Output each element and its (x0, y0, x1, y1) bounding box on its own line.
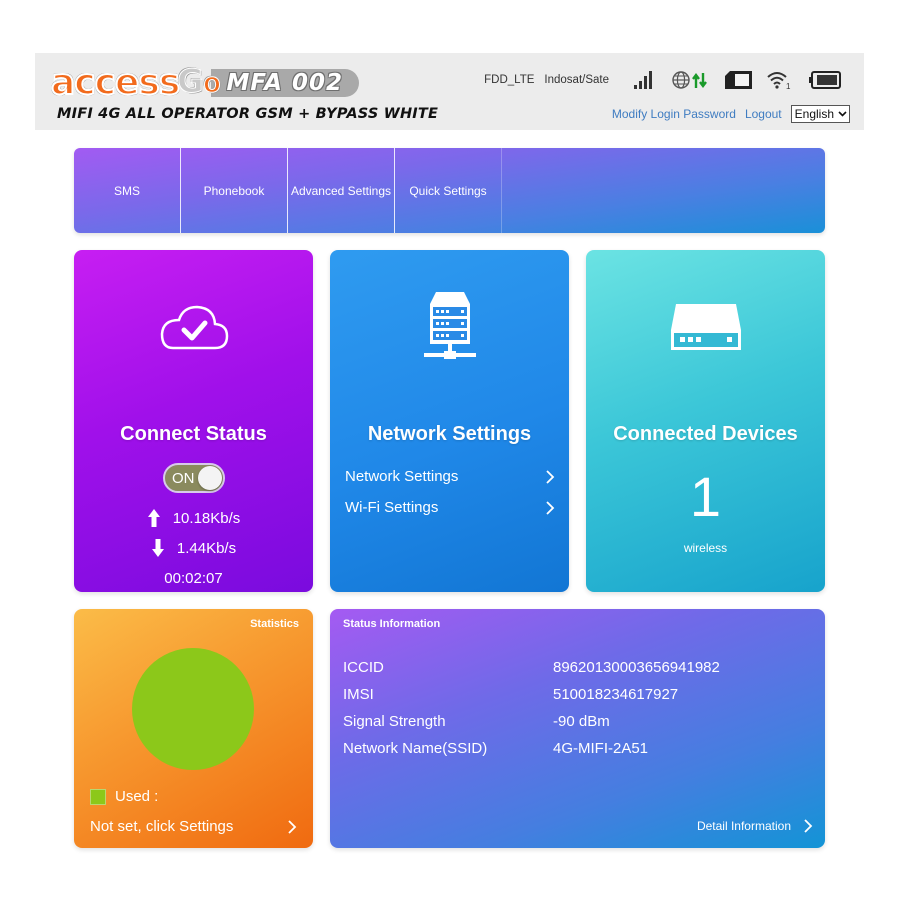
statistics-settings-link[interactable]: Not set, click Settings (90, 818, 297, 835)
globe-icon (671, 70, 691, 90)
chevron-right-icon (803, 818, 813, 834)
header-links: Modify Login Password Logout English (612, 105, 850, 123)
language-select[interactable]: English (790, 105, 850, 123)
statistics-title: Statistics (250, 618, 299, 630)
info-label: Network Name(SSID) (343, 740, 488, 757)
logout-link[interactable]: Logout (745, 107, 782, 121)
server-network-icon (420, 290, 480, 367)
wifi-settings-link-label: Wi-Fi Settings (345, 499, 439, 516)
usage-legend: Used : (90, 788, 158, 805)
main-nav: SMS Phonebook Advanced Settings Quick Se… (74, 148, 825, 233)
connected-devices-type: wireless (683, 541, 728, 555)
connected-devices-title: Connected Devices (613, 423, 798, 445)
logo-g: G (177, 62, 204, 100)
info-label: IMSI (343, 686, 374, 703)
info-row-iccid: ICCID 89620130003656941982 (343, 659, 803, 676)
modify-login-password-link[interactable]: Modify Login Password (612, 107, 736, 121)
chevron-right-icon (545, 500, 555, 516)
logo-o: O (203, 73, 221, 98)
wifi-icon: 1 (766, 70, 792, 90)
upload-rate: 10.18Kb/s (172, 509, 241, 527)
battery-icon (808, 70, 842, 90)
data-transfer-icon (692, 71, 708, 89)
wifi-client-count: 1 (786, 82, 791, 90)
status-information-card: Status Information ICCID 896201300036569… (330, 609, 825, 848)
logo-brand-text: access (50, 62, 181, 103)
network-settings-title: Network Settings (367, 423, 532, 445)
network-type: FDD_LTE (484, 74, 535, 86)
nav-item-sms[interactable]: SMS (74, 148, 181, 233)
info-value: 89620130003656941982 (553, 659, 720, 676)
nav-item-advanced-settings[interactable]: Advanced Settings (288, 148, 395, 233)
download-rate-row: 1.44Kb/s (74, 538, 313, 558)
upload-arrow-icon (147, 508, 161, 528)
cloud-check-icon (159, 305, 229, 356)
pie-slice-used (132, 648, 254, 770)
logo-model-pill: MFA 002 (210, 69, 359, 97)
network-settings-card: Network Settings Network Settings Wi-Fi … (330, 250, 569, 592)
upload-rate-row: 10.18Kb/s (74, 508, 313, 528)
used-legend-label: Used : (115, 788, 159, 805)
info-row-imsi: IMSI 510018234617927 (343, 686, 803, 703)
signal-strength-icon (633, 70, 655, 90)
used-legend-swatch (90, 788, 106, 805)
router-icon (670, 302, 742, 357)
wifi-settings-link[interactable]: Wi-Fi Settings (345, 499, 555, 516)
info-value: -90 dBm (553, 713, 610, 730)
logo-model-text: MFA 002 (226, 70, 343, 96)
logo-go-text: GO (177, 62, 221, 103)
info-label: ICCID (343, 659, 384, 676)
chevron-right-icon (287, 819, 297, 835)
nav-item-phonebook[interactable]: Phonebook (181, 148, 288, 233)
download-arrow-icon (151, 538, 165, 558)
toggle-knob (198, 466, 222, 490)
connect-status-title: Connect Status (120, 423, 267, 445)
operator-name: Indosat/Sate (544, 74, 609, 86)
connected-devices-count: 1 (689, 465, 722, 528)
connection-toggle[interactable]: ON (163, 463, 225, 493)
toggle-label: ON (172, 470, 195, 487)
connect-status-card: Connect Status ON 10.18Kb/s 1.44Kb/s 00:… (74, 250, 313, 592)
connected-devices-card[interactable]: Connected Devices 1 wireless (586, 250, 825, 592)
chevron-right-icon (545, 469, 555, 485)
statistics-card: Statistics Used : Not set, click Setting… (74, 609, 313, 848)
brand-logo: access GO MFA 002 (50, 62, 359, 103)
info-row-signal-strength: Signal Strength -90 dBm (343, 713, 803, 730)
info-label: Signal Strength (343, 713, 446, 730)
statistics-settings-label: Not set, click Settings (90, 818, 234, 835)
network-settings-link[interactable]: Network Settings (345, 468, 555, 485)
device-status-bar: FDD_LTE Indosat/Sate 1 (484, 69, 842, 91)
info-row-ssid: Network Name(SSID) 4G-MIFI-2A51 (343, 740, 803, 757)
logo-tagline: MIFI 4G ALL OPERATOR GSM + BYPASS WHITE (57, 106, 439, 122)
info-value: 4G-MIFI-2A51 (553, 740, 649, 757)
download-rate: 1.44Kb/s (176, 539, 237, 557)
usage-pie-chart (132, 648, 254, 770)
chevron-down-icon (838, 111, 847, 117)
sim-card-icon (724, 70, 754, 90)
detail-information-link[interactable]: Detail Information (697, 818, 813, 834)
status-information-title: Status Information (343, 618, 441, 630)
detail-information-label: Detail Information (696, 819, 791, 833)
nav-item-quick-settings[interactable]: Quick Settings (395, 148, 502, 233)
connected-time: 00:02:07 (164, 570, 223, 587)
language-selected: English (794, 107, 834, 121)
network-settings-link-label: Network Settings (345, 468, 459, 485)
info-value: 510018234617927 (553, 686, 679, 703)
header: access GO MFA 002 MIFI 4G ALL OPERATOR G… (35, 53, 864, 130)
